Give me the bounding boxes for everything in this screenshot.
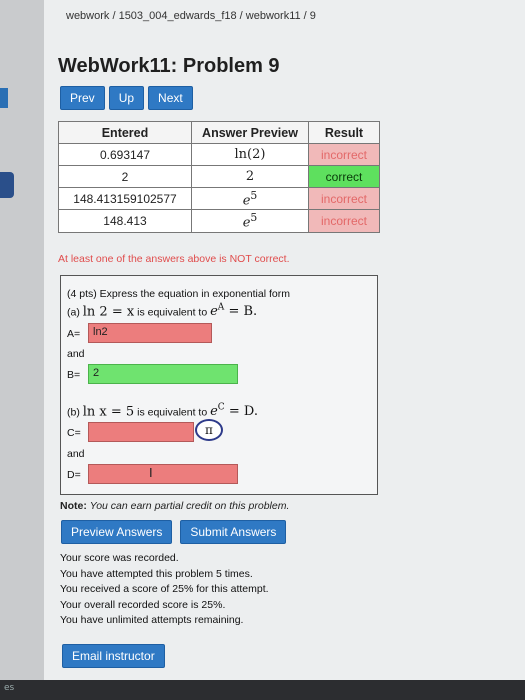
d-label: D= [67,469,81,481]
problem-box: (4 pts) Express the equation in exponent… [60,275,378,495]
part-a-equation: ln 2 = x [82,304,135,320]
answer-c-input[interactable] [88,422,194,442]
answer-a-input[interactable]: ln2 [88,323,212,343]
webwork-page: webwork / 1503_004_edwards_f18 / webwork… [44,0,525,680]
a-label: A= [67,328,81,340]
preview-exponent: 5 [250,211,258,225]
results-header-row: Entered Answer Preview Result [58,121,380,144]
note-label: Note: [60,500,87,512]
preview-answers-button[interactable]: Preview Answers [61,520,173,544]
part-a-label: (a) [67,306,80,319]
problem-intro: (4 pts) Express the equation in exponent… [67,288,290,300]
taskbar: es [0,680,525,700]
note-text: You can earn partial credit on this prob… [89,500,290,512]
prev-button[interactable]: Prev [60,86,105,110]
entered-cell: 2 [58,165,192,188]
c-label: C= [67,427,81,439]
rhs-base: e [210,404,218,420]
email-instructor-button[interactable]: Email instructor [62,644,165,668]
preview-exponent: 5 [250,189,258,202]
and-label: and [67,348,85,360]
header-answer-preview: Answer Preview [191,121,309,144]
preview-cell: 2 [191,165,309,188]
preview-cell: ln(2) [191,143,309,166]
result-cell: incorrect [308,209,380,233]
problem-nav: Prev Up Next [60,86,193,110]
rhs-exponent: C [217,403,225,413]
status-line: Your score was recorded. [60,552,179,564]
score-status: Your score was recorded. You have attemp… [60,551,269,629]
partial-credit-note: Note: You can earn partial credit on thi… [60,500,289,512]
rhs-tail: = D. [228,404,258,420]
submit-answers-button[interactable]: Submit Answers [180,520,287,544]
header-entered: Entered [58,121,192,144]
rhs-tail: = B. [228,304,258,320]
result-cell: incorrect [308,143,380,166]
result-cell: incorrect [308,186,380,211]
rhs-base: e [210,304,218,320]
breadcrumb[interactable]: webwork / 1503_004_edwards_f18 / webwork… [66,10,316,22]
not-correct-warning: At least one of the answers above is NOT… [58,253,290,265]
taskbar-text: es [4,683,15,693]
and-label: and [67,448,85,460]
status-line: You received a score of 25% for this att… [60,583,269,595]
part-a-rhs: eA = B. [210,303,258,320]
side-tab-dark [0,172,14,198]
answer-d-input[interactable] [88,464,238,484]
answer-b-value: 2 [93,367,100,379]
status-line: Your overall recorded score is 25%. [60,598,226,611]
header-result: Result [308,121,380,144]
entered-cell: 148.413159102577 [58,186,192,211]
status-line: You have unlimited attempts remaining. [60,614,244,626]
preview-cell: e5 [191,186,309,211]
answer-a-value: ln2 [93,326,108,338]
b-label: B= [67,369,81,381]
page-title: WebWork11: Problem 9 [58,55,280,77]
up-button[interactable]: Up [108,86,145,110]
preview-cell: e5 [191,209,309,233]
next-button[interactable]: Next [148,86,193,110]
part-a-mid: is equivalent to [137,306,208,319]
part-b-equation: ln x = 5 [82,404,135,420]
entered-cell: 148.413 [58,209,192,233]
table-row: 148.413 e5 incorrect [58,209,380,233]
result-cell: correct [308,165,380,188]
text-cursor-icon: I [149,465,153,480]
results-table: Entered Answer Preview Result 0.693147 l… [58,121,380,233]
pi-symbol-icon[interactable]: π [195,419,223,441]
entered-cell: 0.693147 [58,143,192,166]
side-tab [0,88,8,108]
table-row: 0.693147 ln(2) incorrect [58,143,380,166]
rhs-exponent: A [217,303,225,313]
table-row: 148.413159102577 e5 incorrect [58,186,380,211]
part-b-statement: (b) ln x = 5 is equivalent to eC = D. [67,403,258,419]
table-row: 2 2 correct [58,165,380,188]
part-b-rhs: eC = D. [210,403,258,420]
answer-b-input[interactable]: 2 [88,364,238,384]
status-line: You have attempted this problem 5 times. [60,567,253,580]
part-a-statement: (a) ln 2 = x is equivalent to eA = B. [67,303,257,319]
part-b-mid: is equivalent to [137,406,208,419]
answer-actions: Preview Answers Submit Answers [61,520,287,544]
part-b-label: (b) [67,406,80,419]
